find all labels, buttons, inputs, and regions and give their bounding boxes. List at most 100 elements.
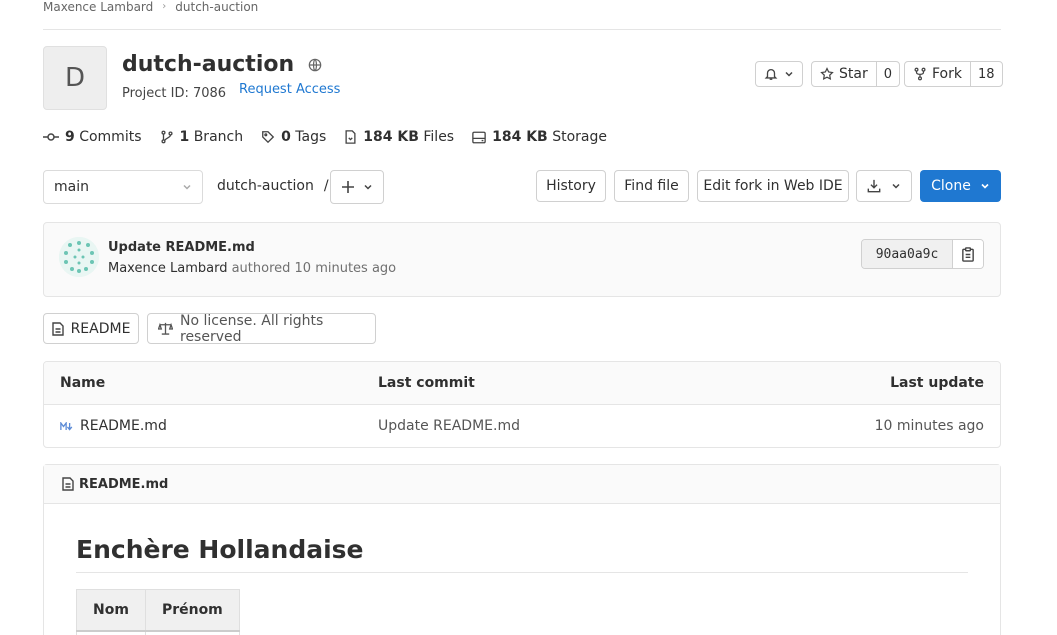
markdown-icon	[60, 421, 74, 431]
commit-author-link[interactable]: Maxence Lambard	[108, 261, 227, 276]
clone-label: Clone	[931, 178, 971, 194]
file-icon	[344, 130, 357, 144]
breadcrumb-project-link[interactable]: dutch-auction	[175, 0, 258, 14]
project-name: dutch-auction	[122, 52, 295, 77]
readme-table: Nom Prénom	[76, 589, 240, 635]
fork-button-group: Fork 18	[904, 61, 1003, 87]
download-dropdown[interactable]	[856, 170, 912, 202]
fork-count[interactable]: 18	[969, 62, 1002, 86]
find-file-button[interactable]: Find file	[614, 170, 689, 202]
readme-badge[interactable]: README	[43, 313, 139, 344]
branch-selector[interactable]: main	[43, 170, 203, 204]
storage-size: 184 KB	[492, 129, 548, 145]
chevron-down-icon	[891, 181, 901, 191]
commit-sha[interactable]: 90aa0a9c	[862, 240, 952, 268]
storage-label: Storage	[552, 129, 607, 145]
readme-viewer-header: README.md	[44, 465, 1000, 504]
file-tree-table: Name Last commit Last update README.md U…	[43, 361, 1001, 448]
copy-sha-button[interactable]	[952, 240, 983, 268]
table-row[interactable]: README.md Update README.md 10 minutes ag…	[44, 405, 1000, 447]
project-avatar-letter: D	[64, 63, 86, 93]
readme-table-header-nom: Nom	[76, 589, 146, 631]
col-header-last-update: Last update	[890, 375, 984, 391]
license-badge[interactable]: No license. All rights reserved	[147, 312, 376, 345]
breadcrumb-owner-link[interactable]: Maxence Lambard	[43, 0, 153, 14]
tags-label: Tags	[295, 129, 327, 145]
file-tree-header: Name Last commit Last update	[44, 362, 1000, 405]
fork-label: Fork	[932, 66, 962, 82]
tags-count: 0	[281, 129, 291, 145]
document-icon	[51, 321, 64, 336]
fork-button[interactable]: Fork	[905, 62, 970, 86]
commit-icon	[43, 130, 59, 144]
breadcrumb-separator: ›	[162, 1, 167, 12]
star-button-group: Star 0	[811, 61, 900, 87]
commit-title-link[interactable]: Update README.md	[108, 240, 255, 255]
chevron-down-icon	[182, 182, 192, 192]
readme-heading: Enchère Hollandaise	[76, 535, 364, 564]
files-label: Files	[423, 129, 455, 145]
branch-count: 1	[179, 129, 190, 145]
file-last-update: 10 minutes ago	[874, 418, 984, 434]
edit-web-ide-button[interactable]: Edit fork in Web IDE	[697, 170, 849, 202]
project-avatar[interactable]: D	[43, 46, 107, 110]
file-last-commit-link[interactable]: Update README.md	[378, 418, 520, 434]
readme-table-header-prenom: Prénom	[144, 589, 240, 631]
plus-icon	[341, 181, 354, 193]
chevron-down-icon	[363, 182, 373, 192]
files-size: 184 KB	[363, 129, 419, 145]
license-badge-label: No license. All rights reserved	[180, 312, 324, 345]
project-title: dutch-auction	[122, 52, 322, 77]
notification-dropdown[interactable]	[755, 61, 803, 87]
clipboard-icon	[961, 246, 975, 262]
readme-table-cell	[76, 630, 146, 635]
readme-table-cell	[144, 630, 240, 635]
tag-icon	[261, 130, 275, 144]
document-icon	[62, 477, 74, 491]
history-button[interactable]: History	[536, 170, 606, 202]
add-to-tree-dropdown[interactable]	[330, 170, 384, 204]
star-label: Star	[839, 66, 868, 82]
commits-label: Commits	[79, 129, 142, 145]
col-header-last-commit: Last commit	[378, 375, 475, 391]
readme-file-name-link[interactable]: README.md	[79, 477, 168, 492]
bell-icon	[764, 67, 778, 81]
file-name-cell: README.md	[60, 418, 167, 434]
breadcrumb: Maxence Lambard › dutch-auction	[43, 0, 258, 14]
path-separator: /	[323, 178, 329, 194]
branch-label: Branch	[193, 129, 244, 145]
commit-time: authored 10 minutes ago	[231, 261, 397, 276]
file-name-link[interactable]: README.md	[80, 418, 167, 434]
files-stat[interactable]: 184 KB Files	[344, 129, 454, 145]
star-button[interactable]: Star	[812, 62, 876, 86]
scale-icon	[158, 322, 173, 335]
star-count[interactable]: 0	[875, 62, 899, 86]
tags-stat[interactable]: 0 Tags	[261, 129, 326, 145]
path-root-link[interactable]: dutch-auction	[217, 178, 314, 194]
readme-heading-divider	[76, 572, 968, 573]
storage-stat[interactable]: 184 KB Storage	[472, 129, 607, 145]
last-commit-panel	[43, 222, 1001, 297]
fork-icon	[913, 67, 927, 81]
request-access-link[interactable]: Request Access	[239, 82, 340, 97]
project-stats: 9 Commits 1 Branch 0 Tags 184 KB Files 1…	[43, 129, 625, 145]
branch-stat[interactable]: 1 Branch	[160, 129, 244, 145]
readme-badge-label: README	[70, 320, 131, 337]
globe-icon	[308, 58, 322, 72]
project-id: Project ID: 7086	[122, 86, 227, 101]
commits-stat[interactable]: 9 Commits	[43, 129, 142, 145]
author-avatar[interactable]	[59, 237, 99, 277]
commit-author-line: Maxence Lambard authored 10 minutes ago	[108, 261, 396, 276]
clone-dropdown-button[interactable]: Clone	[920, 170, 1001, 202]
chevron-down-icon	[980, 181, 990, 191]
commit-sha-group: 90aa0a9c	[861, 239, 984, 269]
commits-count: 9	[65, 129, 75, 145]
col-header-name: Name	[60, 375, 106, 391]
branch-icon	[160, 130, 174, 144]
header-divider	[43, 29, 1001, 30]
chevron-down-icon	[784, 69, 794, 79]
star-icon	[820, 67, 834, 81]
download-icon	[867, 179, 881, 193]
repo-path: dutch-auction /	[217, 178, 329, 194]
storage-icon	[472, 131, 486, 144]
